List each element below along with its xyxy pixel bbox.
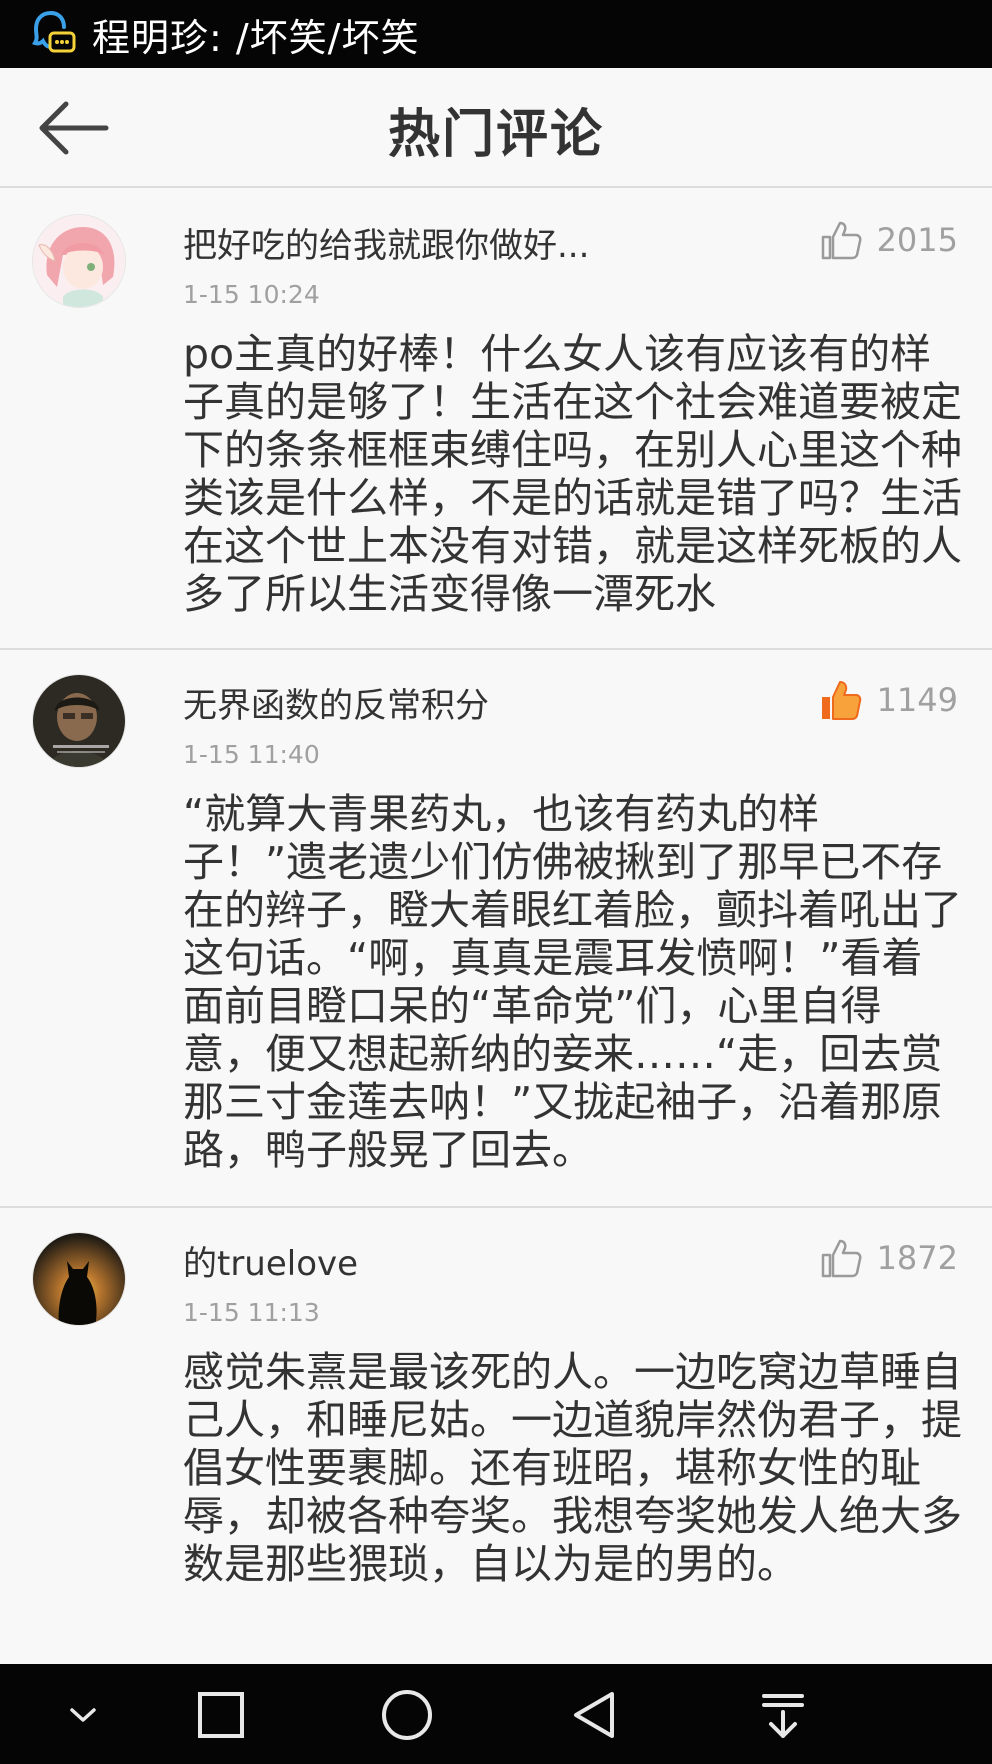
qq-notification-icon [32,11,76,53]
comment-list[interactable]: 把好吃的给我就跟你做好... 1-15 10:24 2015 po主真的好棒！什… [0,190,992,1664]
like-button[interactable]: 1149 [819,678,958,722]
comment-content: 感觉朱熹是最该死的人。一边吃窝边草睡自己人，和睡尼姑。一边道貌岸然伪君子，提倡女… [183,1348,962,1588]
thumbs-up-icon [821,221,862,260]
like-button[interactable]: 1872 [819,1236,958,1280]
movie-still-avatar[interactable] [32,674,126,768]
screen: 程明珍: /坏笑/坏笑 热门评论 把好吃的给我就跟你做好... 1-15 10:… [0,0,992,1764]
chevron-down-icon[interactable] [56,1688,110,1742]
status-bar: 程明珍: /坏笑/坏笑 [0,0,992,68]
page-title: 热门评论 [387,105,604,165]
comment-time: 1-15 11:40 [183,740,320,769]
anime-girl-avatar[interactable] [32,214,126,308]
back-triangle-icon[interactable] [568,1688,622,1742]
like-count: 1872 [876,1239,958,1277]
recent-apps-square-icon[interactable] [194,1688,248,1742]
comment-username[interactable]: 把好吃的给我就跟你做好... [183,218,589,267]
comment-time: 1-15 11:13 [183,1298,320,1327]
home-circle-icon[interactable] [380,1688,434,1742]
thumbs-up-icon [821,681,861,720]
notification-pulldown-icon[interactable] [756,1688,810,1742]
comment-username[interactable]: 无界函数的反常积分 [183,678,489,727]
like-count: 2015 [876,221,958,259]
like-count: 1149 [876,681,958,719]
comment-content: po主真的好棒！什么女人该有应该有的样子真的是够了！生活在这个社会难道要被定下的… [183,330,962,618]
comment-item[interactable]: 把好吃的给我就跟你做好... 1-15 10:24 2015 po主真的好棒！什… [0,190,992,650]
navigation-bar [0,1664,992,1764]
comment-item[interactable]: 的truelove 1-15 11:13 1872 感觉朱熹是最该死的人。一边吃… [0,1208,992,1664]
comment-item[interactable]: 无界函数的反常积分 1-15 11:40 1149 “就算大青果药丸，也该有药丸… [0,650,992,1208]
comment-time: 1-15 10:24 [183,280,320,309]
cat-silhouette-avatar[interactable] [32,1232,126,1326]
comment-username[interactable]: 的truelove [183,1236,358,1285]
title-bar: 热门评论 [0,68,992,188]
like-button[interactable]: 2015 [819,218,958,262]
thumbs-up-icon [821,1239,862,1278]
comment-content: “就算大青果药丸，也该有药丸的样子！”遗老遗少们仿佛被揪到了那早已不存在的辫子，… [183,790,962,1174]
notification-text: 程明珍: /坏笑/坏笑 [92,15,420,60]
